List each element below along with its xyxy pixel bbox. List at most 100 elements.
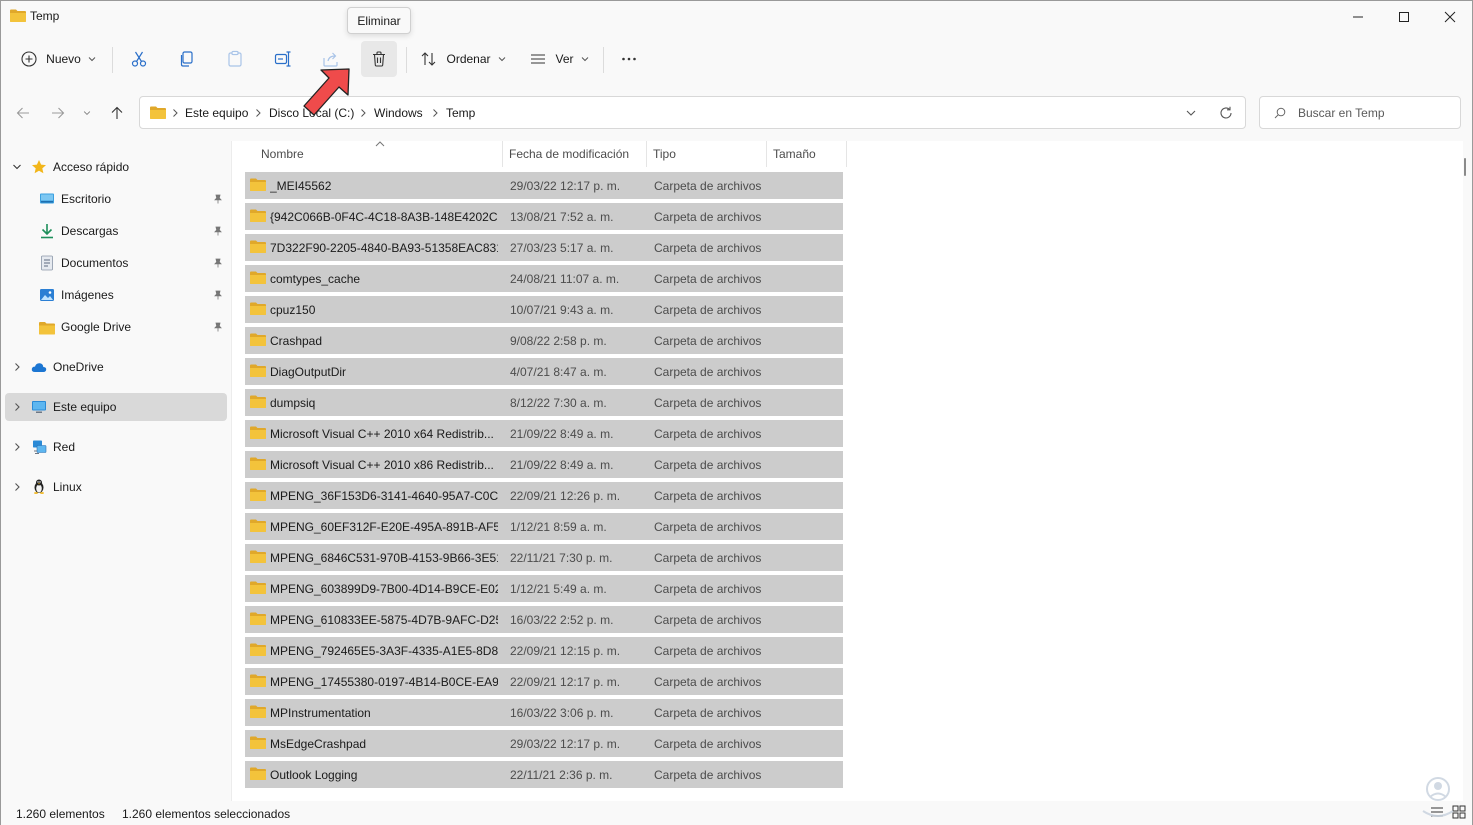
close-button[interactable] (1427, 1, 1473, 33)
sidebar-item-desktop[interactable]: Escritorio (5, 185, 227, 213)
file-name: _MEI45562 (270, 179, 332, 193)
chevron-right-icon[interactable] (12, 442, 22, 452)
sidebar-item-downloads[interactable]: Descargas (5, 217, 227, 245)
table-row[interactable]: Microsoft Visual C++ 2010 x86 Redistrib.… (245, 451, 843, 478)
pin-icon[interactable] (213, 258, 223, 268)
up-button[interactable] (105, 101, 129, 125)
table-row[interactable]: {942C066B-0F4C-4C18-8A3B-148E4202C1... 13… (245, 203, 843, 230)
table-row[interactable]: MPENG_603899D9-7B00-4D14-B9CE-E02... 1/12… (245, 575, 843, 602)
pin-icon[interactable] (213, 290, 223, 300)
table-row[interactable]: 7D322F90-2205-4840-BA93-51358EAC831... 27… (245, 234, 843, 261)
table-row[interactable]: Microsoft Visual C++ 2010 x64 Redistrib.… (245, 420, 843, 447)
toolbar-divider (406, 47, 407, 73)
file-name: MPENG_6846C531-970B-4153-9B66-3E51... (270, 551, 498, 565)
file-name: MPENG_792465E5-3A3F-4335-A1E5-8D8E... (270, 644, 498, 658)
table-row[interactable]: MPENG_60EF312F-E20E-495A-891B-AF5B... 1/1… (245, 513, 843, 540)
sidebar-item-pictures[interactable]: Imágenes (5, 281, 227, 309)
table-row[interactable]: MPENG_6846C531-970B-4153-9B66-3E51... 22/… (245, 544, 843, 571)
cut-button[interactable] (121, 41, 157, 77)
table-row[interactable]: MPENG_17455380-0197-4B14-B0CE-EA90... 22/… (245, 668, 843, 695)
vertical-scrollbar[interactable] (1463, 141, 1471, 801)
search-input[interactable] (1298, 104, 1453, 122)
breadcrumb-this-pc[interactable]: Este equipo (185, 106, 248, 120)
table-row[interactable]: dumpsiq 8/12/22 7:30 a. m. Carpeta de arch… (245, 389, 843, 416)
folder-icon (250, 519, 266, 532)
sidebar-item-this-pc[interactable]: Este equipo (5, 393, 227, 421)
file-date: 13/08/21 7:52 a. m. (510, 210, 614, 224)
more-options-button[interactable] (611, 41, 647, 77)
paste-button[interactable] (217, 41, 253, 77)
sidebar-item-linux[interactable]: Linux (5, 473, 227, 501)
table-row[interactable]: _MEI45562 29/03/22 12:17 p. m. Carpeta de … (245, 172, 843, 199)
recent-locations-button[interactable] (77, 101, 97, 125)
sidebar-item-label: OneDrive (53, 360, 104, 374)
sidebar-item-documents[interactable]: Documentos (5, 249, 227, 277)
folder-icon (250, 643, 266, 656)
minimize-button[interactable] (1335, 1, 1381, 33)
table-row[interactable]: Outlook Logging 22/11/21 2:36 p. m. Carpet… (245, 761, 843, 788)
column-header-size[interactable]: Tamaño (773, 141, 816, 167)
document-icon (41, 255, 53, 271)
toolbar-divider (112, 47, 113, 73)
column-divider[interactable] (502, 141, 503, 167)
chevron-right-icon[interactable] (12, 402, 22, 412)
column-header-date[interactable]: Fecha de modificación (509, 141, 629, 167)
minimize-icon (1353, 16, 1363, 18)
delete-button[interactable] (361, 41, 397, 77)
table-row[interactable]: Crashpad 9/08/22 2:58 p. m. Carpeta de arc… (245, 327, 843, 354)
file-name: MPENG_603899D9-7B00-4D14-B9CE-E02... (270, 582, 498, 596)
table-row[interactable]: MPInstrumentation 16/03/22 3:06 p. m. Carp… (245, 699, 843, 726)
chevron-right-icon[interactable] (12, 362, 22, 372)
chevron-right-icon[interactable] (12, 482, 22, 492)
column-divider[interactable] (766, 141, 767, 167)
table-row[interactable]: MPENG_610833EE-5875-4D7B-9AFC-D25... 16/0… (245, 606, 843, 633)
table-row[interactable]: comtypes_cache 24/08/21 11:07 a. m. Carpet… (245, 265, 843, 292)
new-button[interactable]: Nuevo (13, 41, 103, 77)
folder-icon (250, 457, 266, 470)
chevron-down-icon[interactable] (1185, 107, 1197, 119)
view-button[interactable]: Ver (524, 41, 594, 77)
sidebar-item-google-drive[interactable]: Google Drive (5, 313, 227, 341)
breadcrumb-temp[interactable]: Temp (446, 106, 475, 120)
sidebar-item-quick-access[interactable]: Acceso rápido (5, 153, 227, 181)
table-row[interactable]: MPENG_36F153D6-3141-4640-95A7-C0C... 22/0… (245, 482, 843, 509)
file-date: 16/03/22 3:06 p. m. (510, 706, 614, 720)
table-row[interactable]: MsEdgeCrashpad 29/03/22 12:17 p. m. Carpet… (245, 730, 843, 757)
column-header-name[interactable]: Nombre (261, 141, 304, 167)
file-type: Carpeta de archivos (654, 706, 762, 720)
column-divider[interactable] (646, 141, 647, 167)
sidebar-item-network[interactable]: Red (5, 433, 227, 461)
table-row[interactable]: MPENG_792465E5-3A3F-4335-A1E5-8D8E... 22/… (245, 637, 843, 664)
toolbar-divider (603, 47, 604, 73)
file-name: DiagOutputDir (270, 365, 347, 379)
file-name: Microsoft Visual C++ 2010 x64 Redistrib.… (270, 427, 494, 441)
sidebar-item-label: Descargas (61, 224, 119, 238)
arrow-right-icon (52, 107, 65, 119)
sort-button[interactable]: Ordenar (414, 41, 512, 77)
column-divider[interactable] (846, 141, 847, 167)
chevron-down-icon[interactable] (12, 162, 22, 172)
file-date: 24/08/21 11:07 a. m. (510, 272, 620, 286)
forward-button[interactable] (46, 101, 70, 125)
view-label: Ver (555, 52, 574, 66)
scrollbar-thumb[interactable] (1464, 158, 1466, 176)
column-header-type[interactable]: Tipo (653, 141, 676, 167)
sidebar-item-onedrive[interactable]: OneDrive (5, 353, 227, 381)
search-box[interactable] (1259, 96, 1461, 129)
computer-icon (32, 401, 46, 413)
folder-icon (250, 767, 266, 780)
pin-icon[interactable] (213, 194, 223, 204)
folder-icon (39, 322, 55, 335)
back-button[interactable] (11, 101, 35, 125)
refresh-icon[interactable] (1219, 106, 1233, 120)
title-bar: Temp (1, 1, 1472, 33)
maximize-button[interactable] (1381, 1, 1427, 33)
file-rows: _MEI45562 29/03/22 12:17 p. m. Carpeta de … (245, 172, 845, 802)
table-row[interactable]: DiagOutputDir 4/07/21 8:47 a. m. Carpeta d… (245, 358, 843, 385)
pin-icon[interactable] (213, 226, 223, 236)
copy-button[interactable] (169, 41, 205, 77)
folder-icon (250, 705, 266, 718)
breadcrumb-windows[interactable]: Windows (374, 106, 423, 120)
pin-icon[interactable] (213, 322, 223, 332)
table-row[interactable]: cpuz150 10/07/21 9:43 a. m. Carpeta de arc… (245, 296, 843, 323)
